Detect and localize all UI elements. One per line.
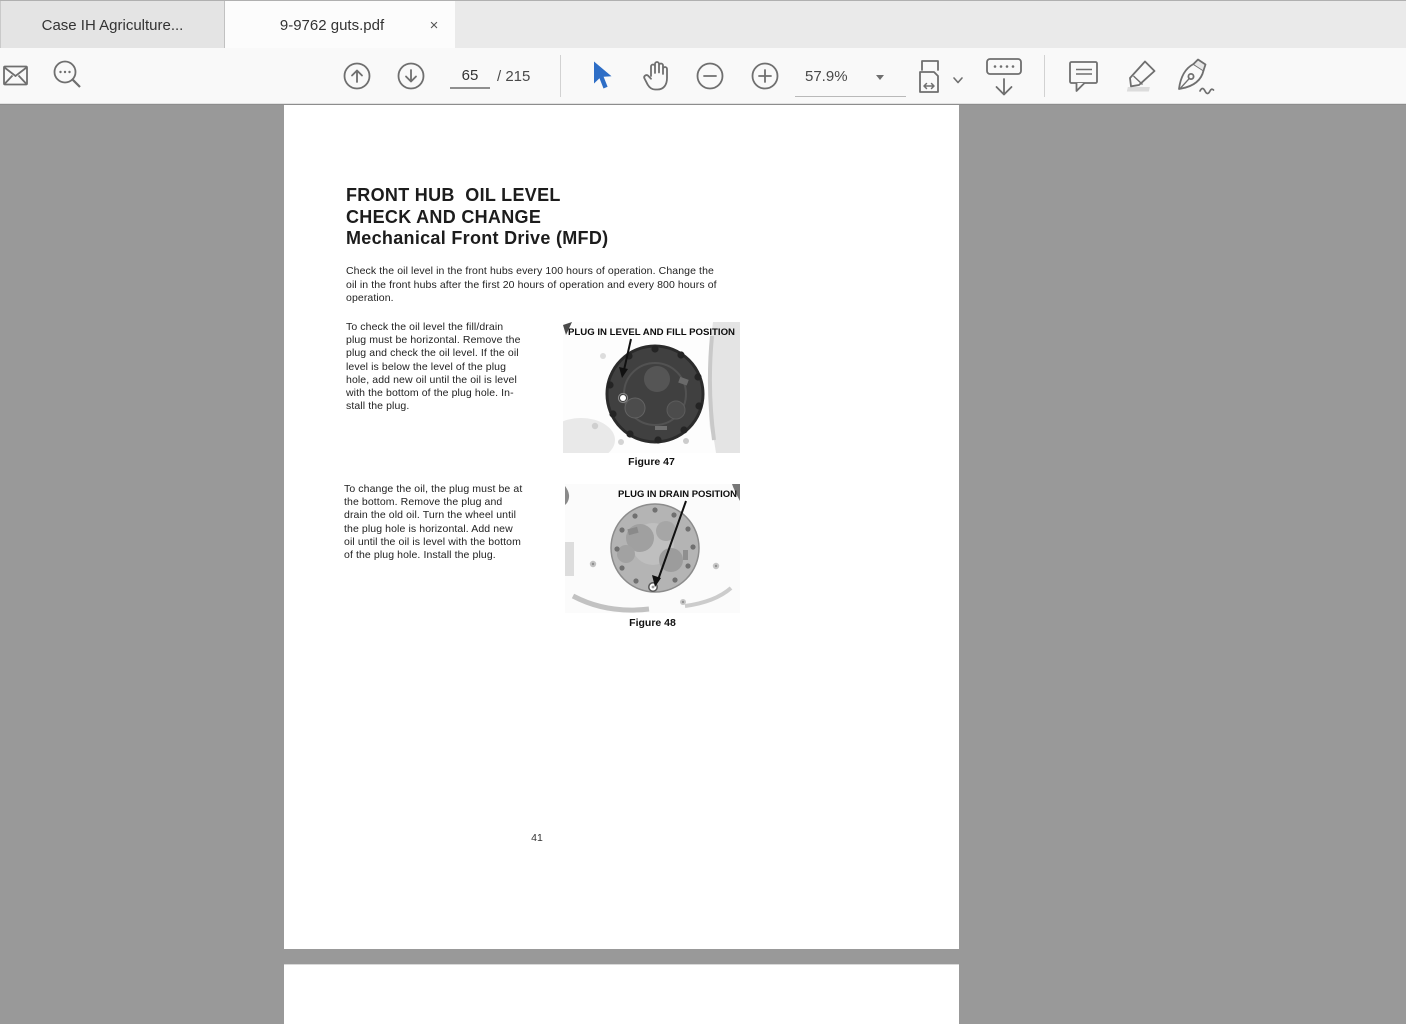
email-icon[interactable] [3, 65, 29, 87]
figure-48-photo: PLUG IN DRAIN POSITION [565, 484, 740, 613]
pdf-page-next [284, 964, 959, 1024]
select-tool-icon[interactable] [590, 60, 616, 92]
check-oil-paragraph: To check the oil level the fill/drain pl… [346, 321, 521, 413]
toolbar-divider [560, 55, 561, 97]
figure-47-photo: PLUG IN LEVEL AND FILL POSITION [563, 322, 740, 453]
page-down-icon[interactable] [397, 62, 425, 90]
zoom-level-value: 57.9% [805, 68, 848, 85]
fit-width-icon[interactable] [918, 58, 964, 96]
section-title: FRONT HUB OIL LEVEL CHECK AND CHANGE Mec… [346, 185, 608, 250]
document-scroll-area[interactable]: FRONT HUB OIL LEVEL CHECK AND CHANGE Mec… [0, 104, 1406, 1024]
tab-case-ih-agriculture[interactable]: Case IH Agriculture... [0, 1, 225, 49]
tab-label: 9-9762 guts.pdf [279, 16, 385, 34]
page-total-label: / 215 [497, 68, 531, 85]
pdf-toolbar: / 215 57.9% [0, 48, 1406, 104]
title-line: FRONT HUB OIL LEVEL [346, 185, 561, 205]
zoom-out-icon[interactable] [696, 62, 724, 90]
zoom-in-icon[interactable] [751, 62, 779, 90]
change-oil-paragraph: To change the oil, the plug must be at t… [344, 483, 523, 562]
title-line: CHECK AND CHANGE [346, 206, 542, 227]
figure-48-callout: PLUG IN DRAIN POSITION [618, 489, 737, 500]
pan-tool-icon[interactable] [641, 59, 673, 93]
page-number-label: 41 [531, 832, 543, 844]
zoom-level-dropdown[interactable]: 57.9% [795, 60, 907, 100]
figure-48-caption: Figure 48 [629, 617, 676, 629]
pdf-page-41: FRONT HUB OIL LEVEL CHECK AND CHANGE Mec… [284, 105, 959, 949]
highlighter-icon[interactable] [1122, 58, 1160, 96]
dropdown-underline [795, 96, 906, 97]
chevron-down-icon [876, 75, 884, 80]
search-icon[interactable] [52, 59, 84, 93]
toolbar-divider [1044, 55, 1045, 97]
add-notes-icon[interactable] [1068, 60, 1100, 94]
ink-pen-icon[interactable] [1176, 58, 1216, 96]
close-tab-icon[interactable]: × [423, 14, 445, 36]
figure-47-caption: Figure 47 [628, 456, 675, 468]
tab-pdf-document[interactable]: 9-9762 guts.pdf × [225, 1, 455, 49]
tab-label: Case IH Agriculture... [41, 16, 184, 34]
page-up-icon[interactable] [343, 62, 371, 90]
figure-47-callout: PLUG IN LEVEL AND FILL POSITION [568, 327, 735, 338]
page-number-input[interactable] [450, 63, 490, 89]
tab-strip: Case IH Agriculture... 9-9762 guts.pdf × [0, 0, 1406, 49]
intro-paragraph: Check the oil level in the front hubs ev… [346, 265, 717, 305]
dock-toolbar-icon[interactable] [985, 57, 1023, 99]
title-line: Mechanical Front Drive (MFD) [346, 228, 609, 248]
